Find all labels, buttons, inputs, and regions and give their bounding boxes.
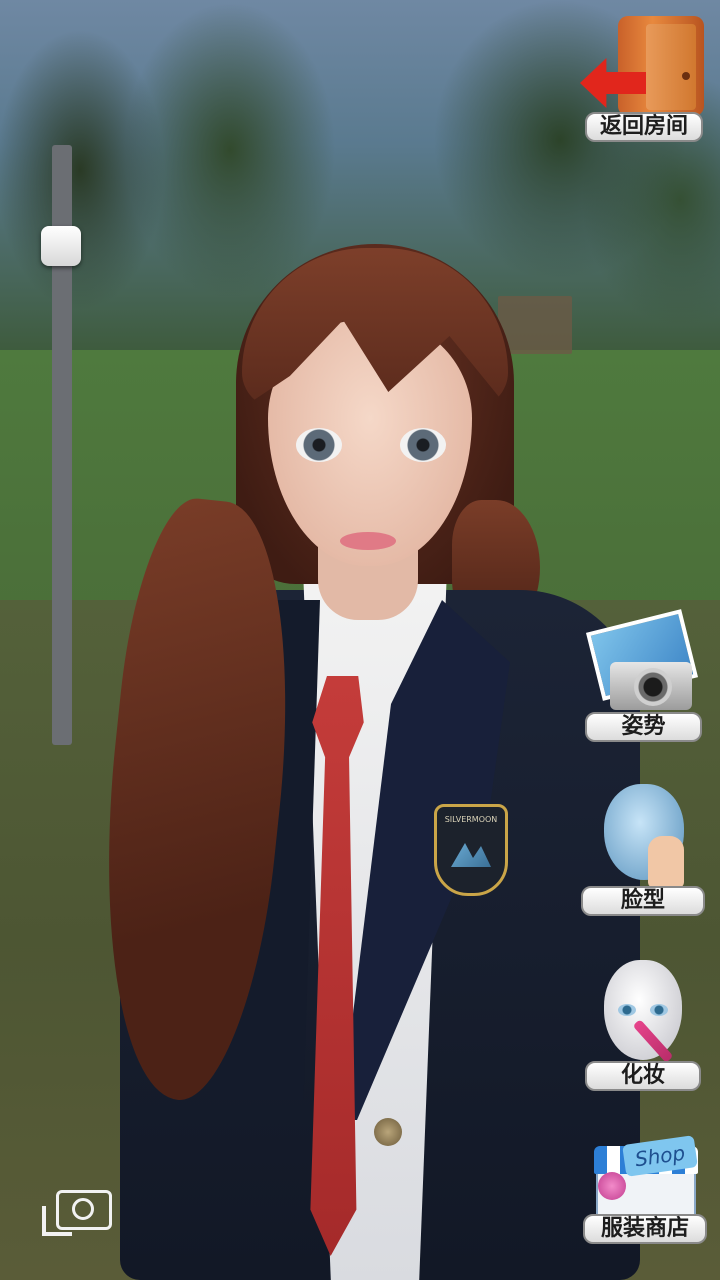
- lips: [340, 532, 396, 550]
- back-to-room-label[interactable]: 返回房间: [585, 112, 703, 142]
- makeup-eye-left-icon: [618, 1004, 636, 1016]
- screenshot-button[interactable]: [42, 1184, 114, 1240]
- blazer-button: [374, 1118, 402, 1146]
- door-icon: [618, 16, 704, 116]
- zoom-slider-thumb[interactable]: [41, 226, 81, 266]
- pose-button[interactable]: 姿势: [585, 712, 702, 742]
- badge-text: SILVERMOON: [444, 815, 498, 824]
- camera-lens-icon: [634, 668, 672, 706]
- shop-ball-icon: [598, 1172, 626, 1200]
- screenshot-lens-icon: [72, 1198, 94, 1220]
- makeup-button[interactable]: 化妆: [585, 1061, 701, 1091]
- eye-right: [400, 428, 446, 462]
- door-panel: [646, 24, 696, 110]
- eye-left: [296, 428, 342, 462]
- door-knob: [682, 72, 690, 80]
- makeup-eye-right-icon: [650, 1004, 668, 1016]
- makeup-head-icon: [604, 960, 682, 1060]
- hand-icon: [648, 836, 684, 888]
- face-shape-button[interactable]: 脸型: [581, 886, 705, 916]
- school-badge: SILVERMOON: [434, 804, 508, 896]
- mountain-icon: [451, 843, 491, 867]
- clothing-shop-button[interactable]: 服装商店: [583, 1214, 707, 1244]
